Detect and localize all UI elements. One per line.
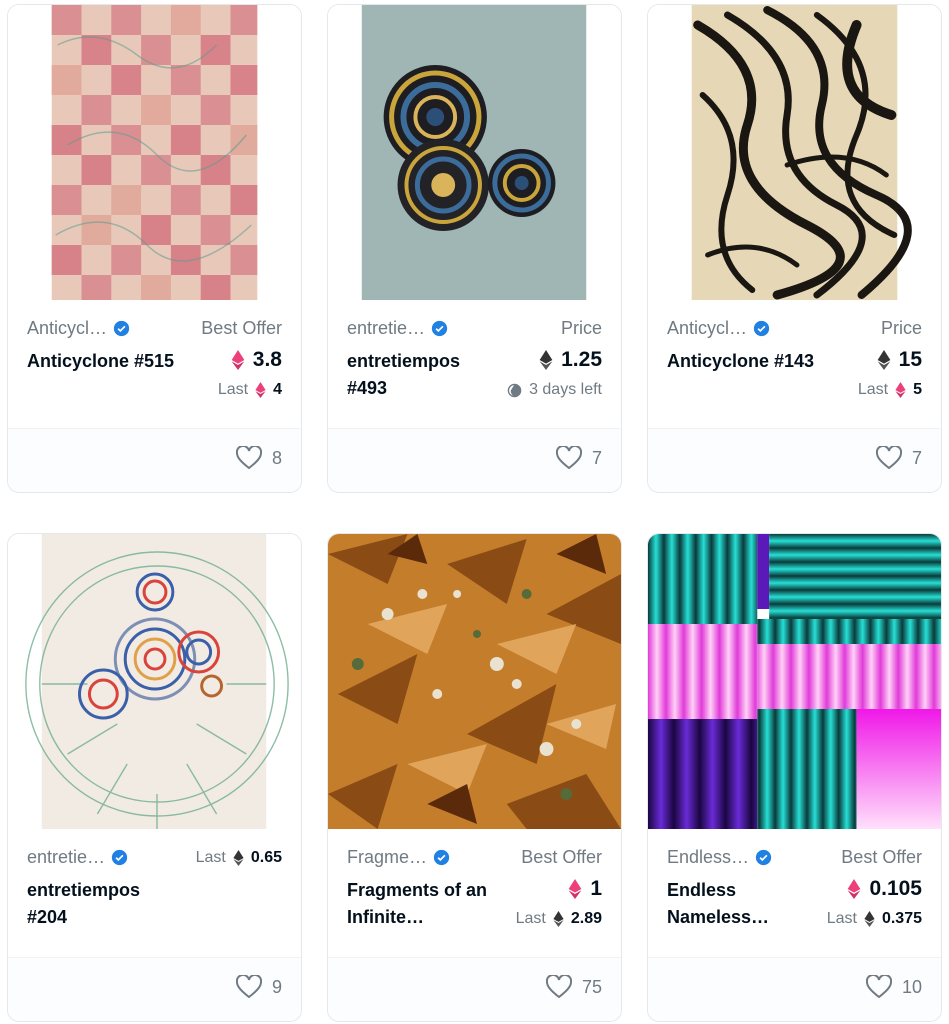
weth-icon: [568, 879, 582, 899]
last-sale-label: Last: [857, 381, 889, 398]
nft-image[interactable]: [648, 534, 941, 829]
eth-icon: [233, 850, 244, 866]
favorite-count: 7: [911, 447, 922, 468]
heart-icon: [235, 975, 262, 999]
last-sale-label: Last: [515, 910, 546, 927]
price-label: Best Offer: [841, 847, 922, 867]
price-value: 15: [898, 348, 922, 371]
favorite-count: 9: [271, 976, 282, 997]
last-sale-value: 2.89: [570, 910, 602, 927]
heart-icon: [875, 446, 902, 470]
verified-badge-icon: [753, 320, 770, 337]
nft-card[interactable]: Anticycl… Anticyclone #143 Price 15 Last…: [647, 4, 942, 493]
verified-badge-icon: [755, 849, 772, 866]
nft-card[interactable]: Fragme… Fragments of an Infinite… Best O…: [327, 533, 622, 1022]
price-label: Price: [880, 318, 922, 338]
card-footer: 7: [648, 428, 941, 492]
price-value: 1.25: [561, 348, 602, 371]
price-label: Best Offer: [521, 847, 602, 867]
favorite-count: 8: [271, 447, 282, 468]
nft-card[interactable]: entretie… entretiempos #204 Last 0.65 9: [7, 533, 302, 1022]
favorite-button[interactable]: 9: [235, 975, 282, 999]
verified-badge-icon: [113, 320, 130, 337]
eth-icon: [864, 911, 875, 927]
item-name[interactable]: entretiempos #204: [27, 877, 177, 931]
last-sale-value: 0.375: [881, 910, 922, 927]
collection-name[interactable]: Endless…: [667, 847, 749, 868]
card-footer: 75: [328, 957, 621, 1021]
card-footer: 10: [648, 957, 941, 1021]
card-footer: 8: [8, 428, 301, 492]
favorite-button[interactable]: 75: [545, 975, 602, 999]
favorite-button[interactable]: 10: [865, 975, 922, 999]
last-sale-label: Last: [826, 910, 857, 927]
verified-badge-icon: [433, 849, 450, 866]
last-sale-value: 0.65: [250, 849, 282, 866]
last-sale-label: Last: [195, 849, 226, 866]
price-label: Price: [560, 318, 602, 338]
price-value: 1: [590, 877, 602, 900]
item-name[interactable]: entretiempos #493: [347, 348, 497, 402]
item-name[interactable]: Fragments of an Infinite…: [347, 877, 497, 931]
verified-badge-icon: [111, 849, 128, 866]
nft-card[interactable]: Endless… Endless Nameless… Best Offer 0.…: [647, 533, 942, 1022]
collection-name[interactable]: Anticycl…: [667, 318, 747, 339]
last-sale-value: 5: [913, 381, 922, 398]
favorite-count: 75: [581, 976, 602, 997]
price-value: 0.105: [869, 877, 922, 900]
favorite-button[interactable]: 7: [555, 446, 602, 470]
collection-name[interactable]: Fragme…: [347, 847, 427, 868]
card-footer: 9: [8, 957, 301, 1021]
heart-icon: [865, 975, 892, 999]
favorite-button[interactable]: 7: [875, 446, 922, 470]
nft-card[interactable]: Anticycl… Anticyclone #515 Best Offer 3.…: [7, 4, 302, 493]
weth-icon: [255, 382, 266, 398]
eth-icon: [877, 350, 891, 370]
favorite-count: 7: [591, 447, 602, 468]
clock-icon: [507, 383, 522, 397]
weth-icon: [231, 350, 245, 370]
heart-icon: [235, 446, 262, 470]
card-footer: 7: [328, 428, 621, 492]
eth-icon: [553, 911, 564, 927]
heart-icon: [555, 446, 582, 470]
nft-card[interactable]: entretie… entretiempos #493 Price 1.25 3…: [327, 4, 622, 493]
favorite-count: 10: [901, 976, 922, 997]
heart-icon: [545, 975, 572, 999]
nft-image[interactable]: [8, 534, 301, 829]
last-sale-value: 4: [273, 381, 282, 398]
nft-image[interactable]: [328, 534, 621, 829]
item-name[interactable]: Anticyclone #515: [27, 348, 177, 375]
eth-icon: [539, 350, 553, 370]
nft-image[interactable]: [648, 5, 941, 300]
time-left: 3 days left: [529, 381, 602, 398]
weth-icon: [895, 382, 906, 398]
collection-name[interactable]: Anticycl…: [27, 318, 107, 339]
price-label: Best Offer: [201, 318, 282, 338]
price-value: 3.8: [252, 348, 282, 371]
collection-name[interactable]: entretie…: [347, 318, 425, 339]
favorite-button[interactable]: 8: [235, 446, 282, 470]
item-name[interactable]: Endless Nameless…: [667, 877, 817, 931]
last-sale-label: Last: [217, 381, 249, 398]
nft-image[interactable]: [328, 5, 621, 300]
item-name[interactable]: Anticyclone #143: [667, 348, 817, 375]
verified-badge-icon: [431, 320, 448, 337]
weth-icon: [848, 879, 861, 899]
nft-image[interactable]: [8, 5, 301, 300]
collection-name[interactable]: entretie…: [27, 847, 105, 868]
